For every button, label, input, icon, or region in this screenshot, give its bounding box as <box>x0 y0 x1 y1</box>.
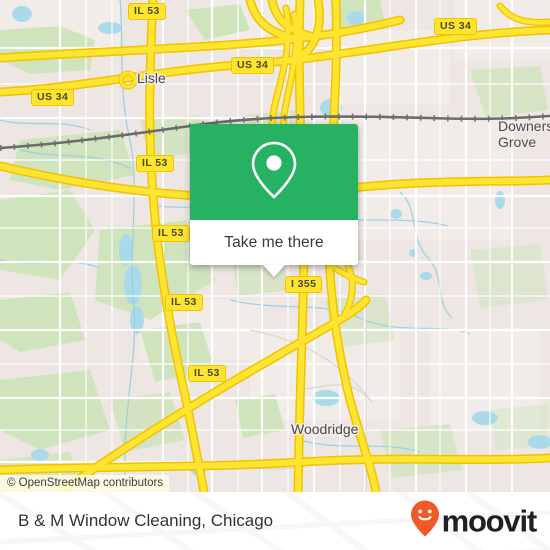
business-title: B & M Window Cleaning, Chicago <box>18 511 274 530</box>
moovit-wordmark: moovit <box>441 503 538 539</box>
place-label-woodridge: Woodridge <box>291 421 359 437</box>
shield-il53-c: IL 53 <box>165 294 203 311</box>
location-info-card[interactable]: Take me there <box>190 124 358 277</box>
shield-us34-right: US 34 <box>434 18 478 35</box>
place-label-lisle: Lisle <box>137 70 166 86</box>
map-screenshot: IL 53 US 34 US 34 US 34 IL 53 IL 53 IL 5… <box>0 0 550 550</box>
shield-il53-b: IL 53 <box>152 225 190 242</box>
shield-il53-a: IL 53 <box>136 155 174 172</box>
shield-i355: I 355 <box>285 276 323 293</box>
location-pin-icon <box>248 139 300 206</box>
take-me-there-label: Take me there <box>224 233 324 251</box>
footer-bar: B & M Window Cleaning, Chicago moovit <box>0 492 550 550</box>
place-label-downers-grove: Downers Grove <box>498 118 550 150</box>
shield-il53-top: IL 53 <box>128 3 166 20</box>
card-cta-area[interactable]: Take me there <box>190 220 358 277</box>
osm-attribution[interactable]: © OpenStreetMap contributors <box>0 475 170 492</box>
shield-il53-d: IL 53 <box>188 365 226 382</box>
shield-us34-left: US 34 <box>31 89 75 106</box>
moovit-smiley-pin-icon <box>410 500 440 543</box>
place-label-downers-grove-line2: Grove <box>498 134 537 150</box>
moovit-logo[interactable]: moovit <box>410 500 538 543</box>
shield-us34-center: US 34 <box>231 57 275 74</box>
place-label-downers-grove-line1: Downers <box>498 118 550 134</box>
card-icon-area <box>190 124 358 220</box>
card-pointer-tail <box>263 265 285 277</box>
